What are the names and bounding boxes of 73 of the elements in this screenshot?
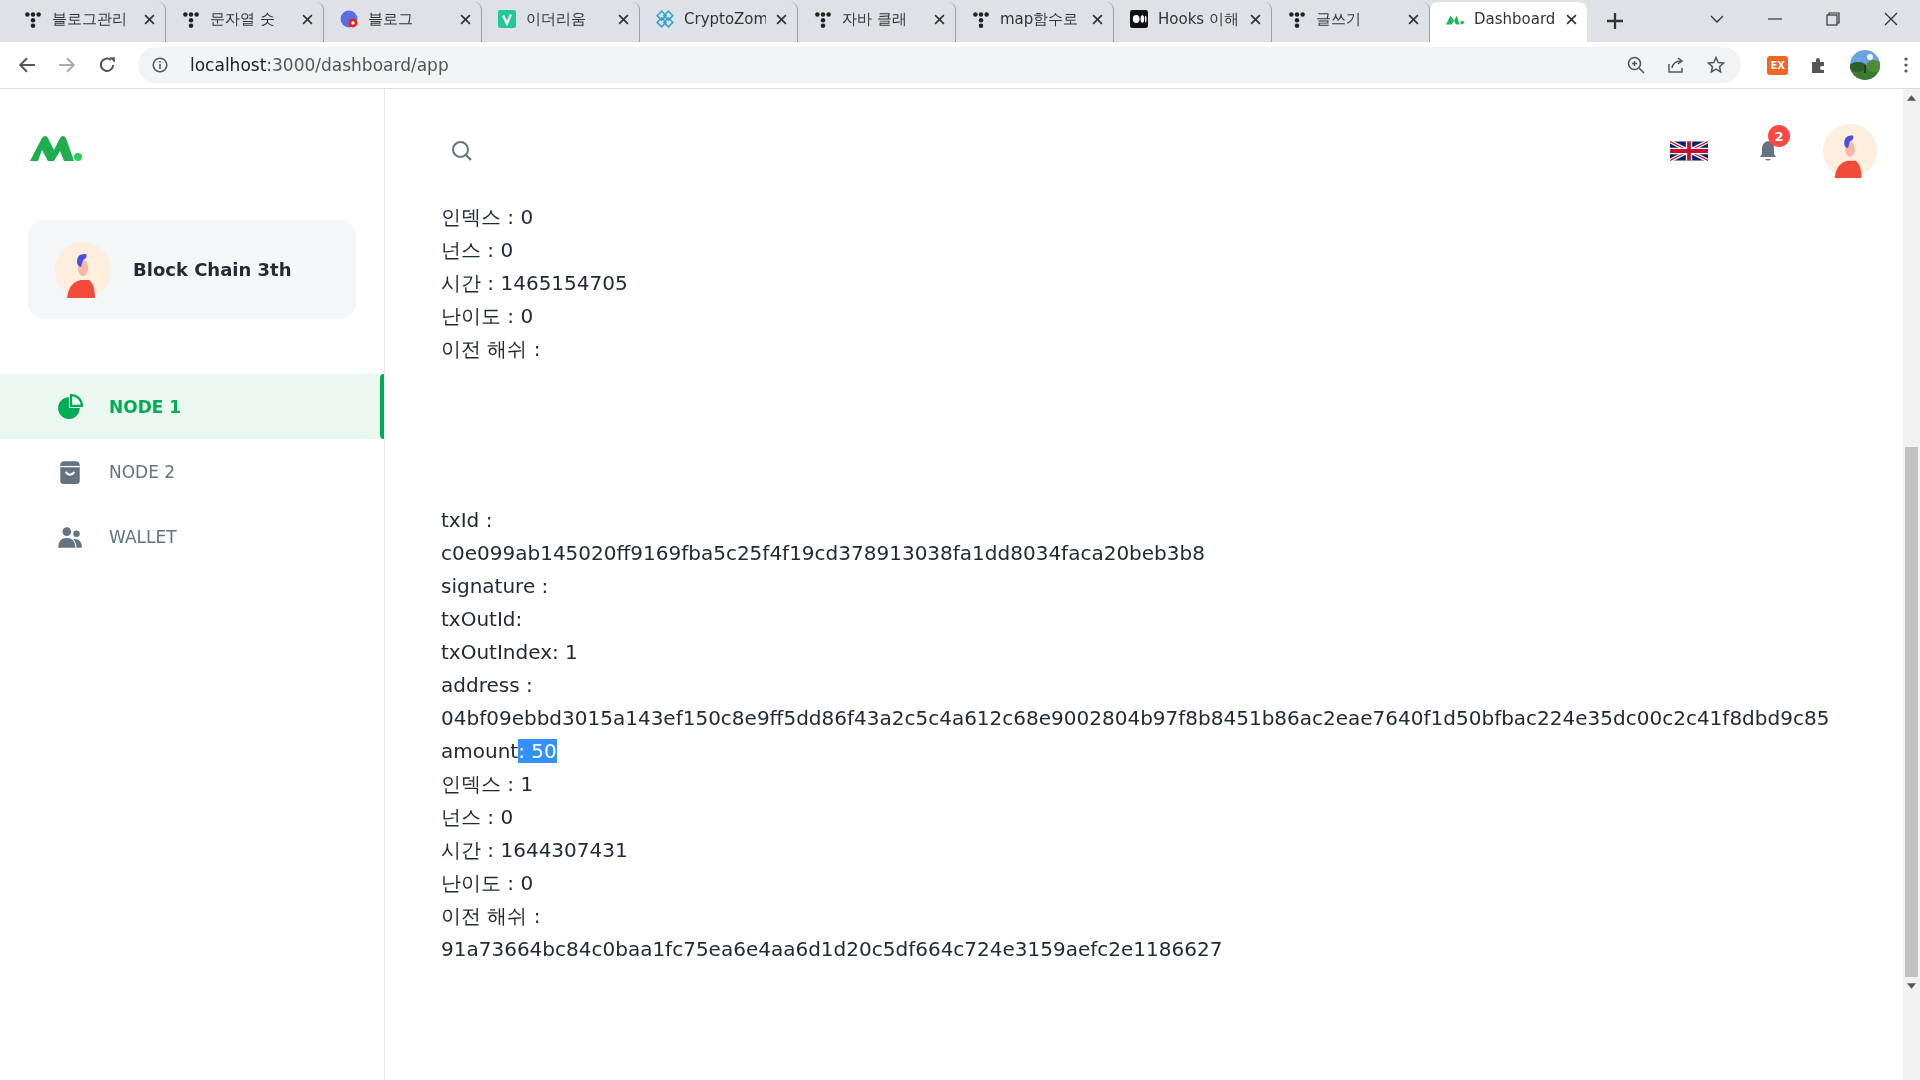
close-icon[interactable] (1250, 13, 1261, 25)
data-line: c0e099ab145020ff9169fba5c25f4f19cd378913038fa1dd8034faca20beb3b8 (441, 540, 1206, 567)
close-icon[interactable] (1092, 13, 1103, 25)
data-line: 시간 : 1465154705 (441, 270, 629, 297)
data-line: txOutId: (441, 606, 524, 633)
pie-chart-icon (57, 393, 83, 420)
chain-icon (656, 10, 674, 28)
close-icon[interactable] (1884, 12, 1898, 26)
account-name: Block Chain 3th (133, 259, 292, 280)
data-line: 인덱스 : 1 (441, 771, 535, 798)
plus-icon[interactable] (1607, 13, 1623, 29)
data-line: txOutIndex: 1 (441, 639, 579, 666)
notification-badge: 2 (1768, 125, 1790, 147)
browser-tab[interactable]: Hooks 이해 (1114, 2, 1272, 42)
zoom-icon[interactable] (1627, 56, 1646, 74)
data-line: 91a73664bc84c0baa1fc75ea6e4aa6d1d20c5df664c724e3159aefc2e1186627 (441, 936, 1224, 963)
browser-tab[interactable]: 블로그관리 (8, 2, 166, 42)
data-line: 난이도 : 0 (441, 303, 535, 330)
browser-tab[interactable]: map함수로 (956, 2, 1114, 42)
dots-icon (1288, 10, 1306, 28)
close-icon[interactable] (934, 13, 945, 25)
data-line: signature : (441, 573, 550, 600)
close-icon[interactable] (1408, 13, 1419, 25)
nav-item[interactable]: WALLET (0, 504, 384, 569)
close-icon[interactable] (460, 13, 471, 25)
medium-icon (1130, 10, 1148, 28)
data-line: 넌스 : 0 (441, 804, 515, 831)
close-icon[interactable] (302, 13, 313, 25)
back-icon[interactable] (18, 56, 36, 74)
scrollbar[interactable] (1903, 89, 1920, 1080)
avatar-icon (55, 241, 111, 298)
browser-tab[interactable]: 이더리움 (482, 2, 640, 42)
data-line: 이전 해쉬 : (441, 336, 542, 363)
data-line: txId : (441, 507, 494, 534)
data-line: 넌스 : 0 (441, 237, 515, 264)
dots-icon (972, 10, 990, 28)
info-icon (152, 57, 168, 73)
browser-tab[interactable]: Dashboard (1430, 2, 1587, 42)
menu-icon[interactable] (1904, 57, 1908, 73)
search-icon[interactable] (450, 139, 474, 163)
reload-icon[interactable] (98, 56, 116, 74)
velog-icon (498, 10, 516, 28)
logo-icon[interactable] (30, 134, 82, 162)
address-bar[interactable]: localhost:3000/dashboard/app (138, 47, 1742, 83)
data-line: 인덱스 : 0 (441, 204, 535, 231)
dots-icon (24, 10, 42, 28)
url-text: localhost:3000/dashboard/app (190, 55, 449, 75)
data-line: address : (441, 672, 534, 699)
scroll-down-icon[interactable] (1907, 983, 1916, 989)
data-line: 시간 : 1644307431 (441, 837, 629, 864)
close-icon[interactable] (618, 13, 629, 25)
avatar-icon[interactable] (1823, 124, 1877, 178)
blog-icon (340, 10, 358, 28)
star-icon[interactable] (1707, 56, 1726, 74)
close-icon[interactable] (1566, 13, 1577, 25)
browser-tab[interactable]: CryptoZom (640, 2, 798, 42)
close-icon[interactable] (776, 13, 787, 25)
scroll-up-icon[interactable] (1907, 95, 1916, 101)
browser-tab[interactable]: 문자열 숫 (166, 2, 324, 42)
data-line: 04bf09ebbd3015a143ef150c8e9ff5dd86f43a2c5c4a612c68e9002804b97f8b8451b86ac2eae7640f1d50bfbac224e35dc00c2c41f8dbd9c85 (441, 705, 1831, 732)
browser-tab[interactable]: 블로그 (324, 2, 482, 42)
dots-icon (182, 10, 200, 28)
dots-icon (814, 10, 832, 28)
bag-icon (57, 458, 83, 485)
data-line: 이전 해쉬 : (441, 903, 542, 930)
data-line: 난이도 : 0 (441, 870, 535, 897)
browser-tab[interactable]: 자바 클래 (798, 2, 956, 42)
share-icon[interactable] (1667, 56, 1686, 74)
account-card[interactable]: Block Chain 3th (28, 220, 356, 319)
data-line: amount: 50 (441, 738, 558, 765)
close-icon[interactable] (144, 13, 155, 25)
restore-icon[interactable] (1826, 12, 1840, 26)
nav-item[interactable]: NODE 2 (0, 439, 384, 504)
